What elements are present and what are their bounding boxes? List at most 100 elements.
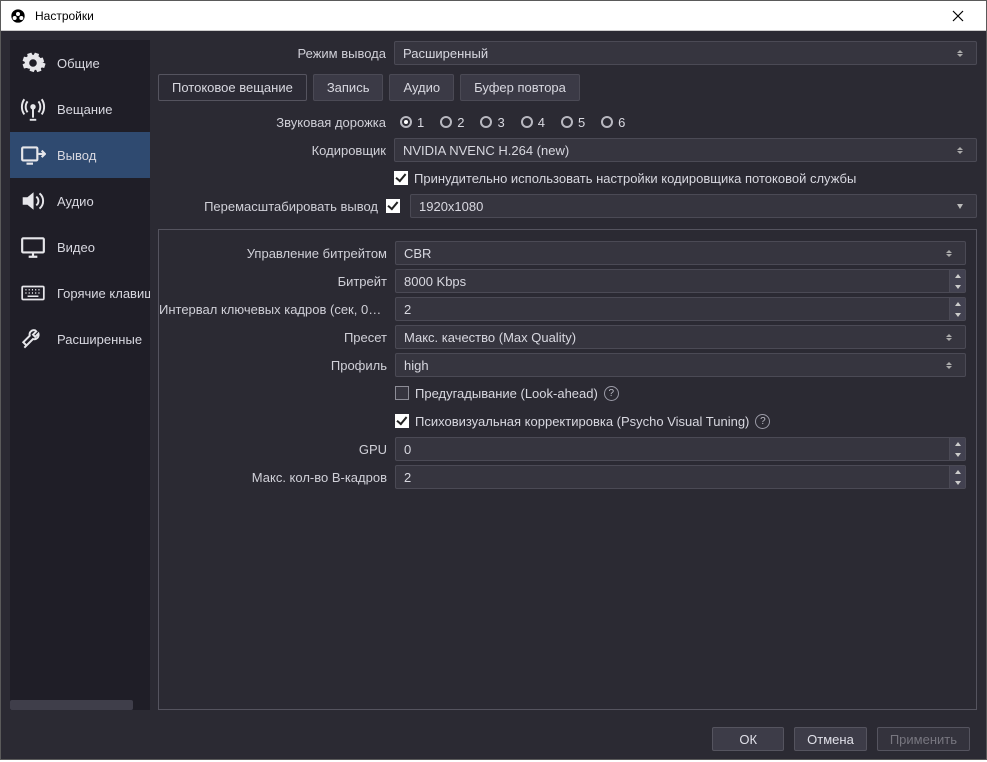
bframes-label: Макс. кол-во B-кадров	[159, 470, 395, 485]
rate-control-value: CBR	[404, 246, 431, 261]
close-button[interactable]	[938, 2, 978, 30]
preset-label: Пресет	[159, 330, 395, 345]
preset-value: Макс. качество (Max Quality)	[404, 330, 576, 345]
sidebar-item-video[interactable]: Видео	[10, 224, 150, 270]
gpu-spinbox[interactable]: 0	[395, 437, 966, 461]
rate-control-label: Управление битрейтом	[159, 246, 395, 261]
rate-control-row: Управление битрейтом CBR	[159, 240, 966, 266]
settings-window: Настройки Общие Вещание	[0, 0, 987, 760]
audio-track-4[interactable]: 4	[521, 115, 545, 130]
keyint-label: Интервал ключевых кадров (сек, 0=авто)	[159, 302, 395, 317]
sidebar-item-label: Аудио	[57, 194, 94, 209]
encoder-settings-group: Управление битрейтом CBR Битрейт 8000 Kb…	[158, 229, 977, 710]
help-icon[interactable]: ?	[604, 386, 619, 401]
gpu-value: 0	[404, 442, 949, 457]
output-icon	[19, 141, 47, 169]
gear-icon	[19, 49, 47, 77]
gpu-label: GPU	[159, 442, 395, 457]
tab-audio[interactable]: Аудио	[389, 74, 454, 101]
rescale-checkbox[interactable]	[386, 199, 400, 213]
rescale-value: 1920x1080	[419, 199, 483, 214]
keyint-row: Интервал ключевых кадров (сек, 0=авто) 2	[159, 296, 966, 322]
keyint-spinbox[interactable]: 2	[395, 297, 966, 321]
speaker-icon	[19, 187, 47, 215]
lookahead-checkbox[interactable]	[395, 386, 409, 400]
up-arrow-icon[interactable]	[950, 466, 965, 477]
audio-track-row: Звуковая дорожка 1 2 3 4 5 6	[158, 109, 977, 135]
encoder-value: NVIDIA NVENC H.264 (new)	[403, 143, 569, 158]
cancel-button[interactable]: Отмена	[794, 727, 867, 751]
encoder-row: Кодировщик NVIDIA NVENC H.264 (new)	[158, 137, 977, 163]
sidebar-item-stream[interactable]: Вещание	[10, 86, 150, 132]
help-icon[interactable]: ?	[755, 414, 770, 429]
dialog-footer: ОК Отмена Применить	[1, 719, 986, 759]
down-arrow-icon[interactable]	[950, 281, 965, 292]
audio-track-label: Звуковая дорожка	[158, 115, 394, 130]
encoder-label: Кодировщик	[158, 143, 394, 158]
up-arrow-icon[interactable]	[950, 438, 965, 449]
app-icon	[9, 7, 27, 25]
rate-control-select[interactable]: CBR	[395, 241, 966, 265]
rescale-row: Перемасштабировать вывод 1920x1080	[158, 193, 977, 219]
bframes-value: 2	[404, 470, 949, 485]
bitrate-value: 8000 Kbps	[404, 274, 949, 289]
sidebar-item-label: Вещание	[57, 102, 113, 117]
output-mode-select[interactable]: Расширенный	[394, 41, 977, 65]
psycho-checkbox[interactable]	[395, 414, 409, 428]
titlebar: Настройки	[1, 1, 986, 31]
output-mode-label: Режим вывода	[158, 46, 394, 61]
audio-track-radios: 1 2 3 4 5 6	[394, 115, 977, 130]
sidebar-item-label: Видео	[57, 240, 95, 255]
content-area: Общие Вещание Вывод Аудио	[1, 31, 986, 719]
ok-button[interactable]: ОК	[712, 727, 784, 751]
down-arrow-icon[interactable]	[950, 449, 965, 460]
down-arrow-icon[interactable]	[950, 309, 965, 320]
profile-value: high	[404, 358, 429, 373]
audio-track-1[interactable]: 1	[400, 115, 424, 130]
sidebar-item-label: Горячие клавиши	[57, 286, 150, 301]
tab-replay-buffer[interactable]: Буфер повтора	[460, 74, 580, 101]
apply-button[interactable]: Применить	[877, 727, 970, 751]
profile-label: Профиль	[159, 358, 395, 373]
enforce-checkbox[interactable]	[394, 171, 408, 185]
bitrate-row: Битрейт 8000 Kbps	[159, 268, 966, 294]
sidebar-item-label: Вывод	[57, 148, 96, 163]
output-tabs: Потоковое вещание Запись Аудио Буфер пов…	[158, 74, 977, 101]
up-arrow-icon[interactable]	[950, 298, 965, 309]
tools-icon	[19, 325, 47, 353]
sidebar-item-general[interactable]: Общие	[10, 40, 150, 86]
audio-track-6[interactable]: 6	[601, 115, 625, 130]
sidebar-item-label: Расширенные	[57, 332, 142, 347]
sidebar-item-output[interactable]: Вывод	[10, 132, 150, 178]
profile-row: Профиль high	[159, 352, 966, 378]
rescale-select[interactable]: 1920x1080	[410, 194, 977, 218]
sidebar-scrollbar[interactable]	[10, 700, 150, 710]
enforce-label: Принудительно использовать настройки код…	[414, 171, 856, 186]
audio-track-2[interactable]: 2	[440, 115, 464, 130]
preset-row: Пресет Макс. качество (Max Quality)	[159, 324, 966, 350]
up-arrow-icon[interactable]	[950, 270, 965, 281]
bframes-spinbox[interactable]: 2	[395, 465, 966, 489]
audio-track-5[interactable]: 5	[561, 115, 585, 130]
encoder-select[interactable]: NVIDIA NVENC H.264 (new)	[394, 138, 977, 162]
profile-select[interactable]: high	[395, 353, 966, 377]
tab-recording[interactable]: Запись	[313, 74, 384, 101]
preset-select[interactable]: Макс. качество (Max Quality)	[395, 325, 966, 349]
window-title: Настройки	[35, 9, 938, 23]
sidebar: Общие Вещание Вывод Аудио	[10, 40, 150, 710]
sidebar-item-audio[interactable]: Аудио	[10, 178, 150, 224]
keyboard-icon	[19, 279, 47, 307]
psycho-row: Психовизуальная корректировка (Psycho Vi…	[159, 408, 966, 434]
main-panel: Режим вывода Расширенный Потоковое вещан…	[158, 40, 977, 710]
sidebar-item-hotkeys[interactable]: Горячие клавиши	[10, 270, 150, 316]
audio-track-3[interactable]: 3	[480, 115, 504, 130]
bitrate-spinbox[interactable]: 8000 Kbps	[395, 269, 966, 293]
output-mode-row: Режим вывода Расширенный	[158, 40, 977, 66]
monitor-icon	[19, 233, 47, 261]
gpu-row: GPU 0	[159, 436, 966, 462]
sidebar-item-advanced[interactable]: Расширенные	[10, 316, 150, 362]
psycho-label: Психовизуальная корректировка (Psycho Vi…	[415, 414, 749, 429]
lookahead-label: Предугадывание (Look-ahead)	[415, 386, 598, 401]
tab-streaming[interactable]: Потоковое вещание	[158, 74, 307, 101]
down-arrow-icon[interactable]	[950, 477, 965, 488]
